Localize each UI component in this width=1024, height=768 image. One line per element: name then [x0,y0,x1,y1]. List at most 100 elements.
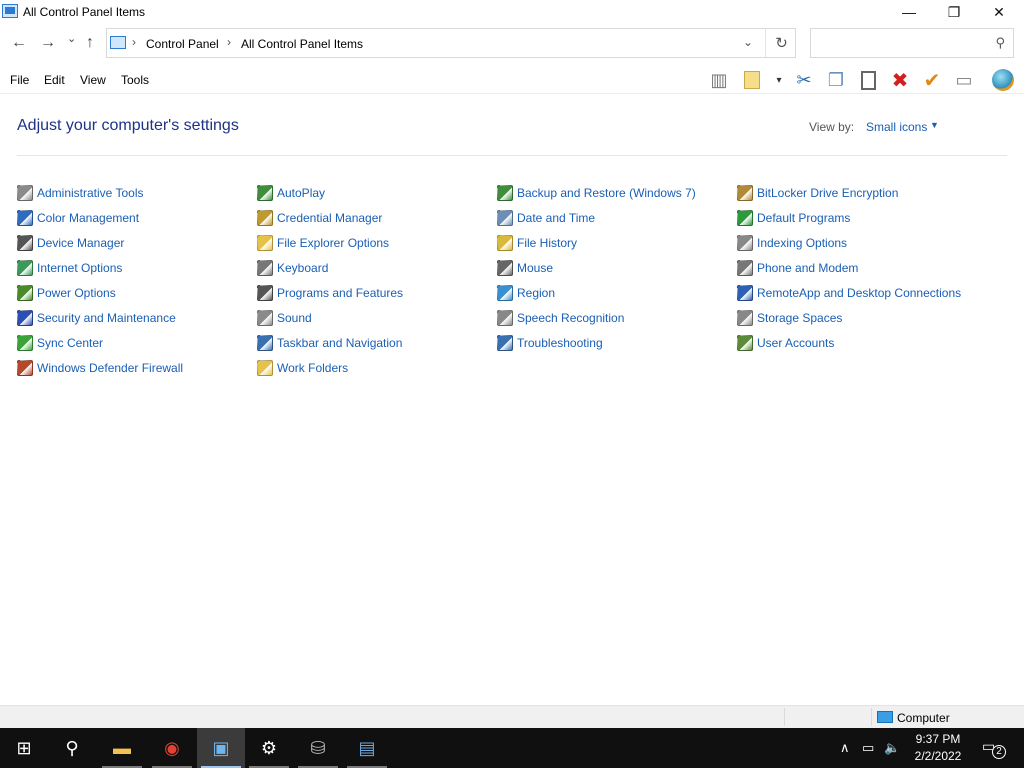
recent-locations-chevron-icon[interactable]: ⌄ [67,32,76,45]
network-share-icon[interactable]: ⛁ [294,728,342,768]
rename-icon[interactable]: ▭ [951,68,977,92]
refresh-icon[interactable]: ↻ [765,29,797,57]
search-box[interactable]: ⚲ [810,28,1014,58]
control-panel-item[interactable]: Storage Spaces [737,308,842,328]
taskbar-glyph: ◉ [164,737,180,758]
control-panel-item[interactable]: Programs and Features [257,283,403,303]
chrome-icon[interactable]: ◉ [148,728,196,768]
address-bar[interactable]: › Control Panel › All Control Panel Item… [106,28,796,58]
control-panel-item[interactable]: Work Folders [257,358,348,378]
shell-globe-icon[interactable] [990,68,1016,92]
control-panel-item[interactable]: Security and Maintenance [17,308,176,328]
control-panel-item[interactable]: Backup and Restore (Windows 7) [497,183,696,203]
title-bar: All Control Panel Items — ❐ ✕ [0,0,1024,24]
control-panel-item-label: Windows Defender Firewall [37,361,184,375]
control-panel-item[interactable]: Region [497,283,555,303]
control-panel-item[interactable]: AutoPlay [257,183,325,203]
taskbar-glyph: ⚙ [260,737,278,758]
control-panel-item[interactable]: Administrative Tools [17,183,144,203]
taskbar-glyph: ⊞ [16,737,32,758]
breadcrumb-control-panel[interactable]: Control Panel [146,37,219,51]
control-panel-item[interactable]: Sync Center [17,333,103,353]
search-input[interactable] [817,31,987,57]
troubleshooting-icon [497,335,513,351]
search-icon[interactable]: ⚲ [995,35,1005,51]
control-panel-item-label: Storage Spaces [757,311,843,325]
network-icon[interactable]: ▭ [862,740,874,756]
settings-icon[interactable]: ⚙ [245,728,293,768]
control-panel-item[interactable]: Default Programs [737,208,850,228]
caret-down-icon[interactable]: ▼ [930,120,939,130]
breadcrumb-all-items[interactable]: All Control Panel Items [241,37,363,51]
control-panel-item[interactable]: File History [497,233,577,253]
control-panel-item[interactable]: Windows Defender Firewall [17,358,183,378]
control-panel-item[interactable]: User Accounts [737,333,834,353]
control-panel-item[interactable]: Speech Recognition [497,308,624,328]
menu-view[interactable]: View [80,73,106,87]
taskbar-glyph: ⛁ [310,737,326,758]
control-panel-item[interactable]: File Explorer Options [257,233,389,253]
color-management-icon [17,210,33,226]
control-panel-item-label: Work Folders [277,361,349,375]
work-folders-icon [257,360,273,376]
control-panel-item-label: User Accounts [757,336,835,350]
copy-icon[interactable]: ❐ [823,68,849,92]
cut-icon[interactable]: ✂ [791,68,817,92]
volume-muted-icon[interactable]: 🔈 [884,740,900,756]
search-icon[interactable]: ⚲ [48,728,96,768]
maximize-button[interactable]: ❐ [931,0,977,24]
action-center-icon[interactable]: ▭ 2 [982,738,1006,760]
control-panel-item[interactable]: Power Options [17,283,116,303]
properties-check-icon[interactable]: ✔ [919,68,945,92]
file-history-icon [497,235,513,251]
clock-time: 9:37 PM [915,732,961,746]
control-panel-item-label: Date and Time [517,211,596,225]
preview-pane-icon[interactable]: ▥ [706,68,732,92]
remote-desktop-icon[interactable]: ▤ [343,728,391,768]
control-panel-item[interactable]: Troubleshooting [497,333,603,353]
menu-tools[interactable]: Tools [121,73,149,87]
forward-arrow-icon[interactable]: → [40,34,56,52]
up-arrow-icon[interactable]: ↑ [86,34,94,52]
show-hidden-icons-chevron-icon[interactable]: ∧ [840,740,850,756]
breadcrumb-separator-icon[interactable]: › [227,35,231,49]
taskbar-glyph: ▤ [358,737,376,758]
menu-file[interactable]: File [10,73,29,87]
close-button[interactable]: ✕ [976,0,1022,24]
control-panel-item-label: Internet Options [37,261,123,275]
taskbar-navigation-icon [257,335,273,351]
control-panel-item[interactable]: Phone and Modem [737,258,858,278]
view-by-dropdown[interactable]: Small icons [866,120,927,134]
control-panel-item-label: Troubleshooting [517,336,603,350]
minimize-button[interactable]: — [886,0,932,24]
control-panel-item[interactable]: Color Management [17,208,139,228]
view-by-label: View by: [809,120,855,134]
control-panel-item[interactable]: Indexing Options [737,233,847,253]
default-programs-icon [737,210,753,226]
taskbar: ⊞ ⚲ ▬ ◉ ▣ ⚙ ⛁ ▤ ∧ ▭ 🔈 9:37 PM 2/2/2022 ▭ 2 [0,728,1024,768]
file-explorer-icon[interactable]: ▬ [98,728,146,768]
control-panel-item[interactable]: Sound [257,308,312,328]
control-panel-item[interactable]: Internet Options [17,258,122,278]
control-panel-item[interactable]: Keyboard [257,258,328,278]
security-flag-icon [17,310,33,326]
start-icon[interactable]: ⊞ [0,728,48,768]
menu-edit[interactable]: Edit [44,73,65,87]
control-panel-icon[interactable]: ▣ [197,728,245,768]
clock[interactable]: 9:37 PM 2/2/2022 [903,731,973,765]
control-panel-item[interactable]: Date and Time [497,208,595,228]
new-folder-icon[interactable] [742,68,762,92]
paste-icon[interactable] [855,68,881,92]
control-panel-item[interactable]: Credential Manager [257,208,382,228]
breadcrumb-separator-icon[interactable]: › [132,35,136,49]
control-panel-item[interactable]: Device Manager [17,233,124,253]
control-panel-item-label: File Explorer Options [277,236,390,250]
control-panel-item[interactable]: BitLocker Drive Encryption [737,183,898,203]
control-panel-item[interactable]: RemoteApp and Desktop Connections [737,283,961,303]
delete-icon[interactable]: ✖ [887,68,913,92]
control-panel-item[interactable]: Mouse [497,258,553,278]
back-arrow-icon[interactable]: ← [11,34,27,52]
control-panel-item[interactable]: Taskbar and Navigation [257,333,402,353]
address-dropdown-chevron-icon[interactable]: ⌄ [743,35,753,49]
dropdown-arrow-icon[interactable]: ▾ [770,68,788,92]
